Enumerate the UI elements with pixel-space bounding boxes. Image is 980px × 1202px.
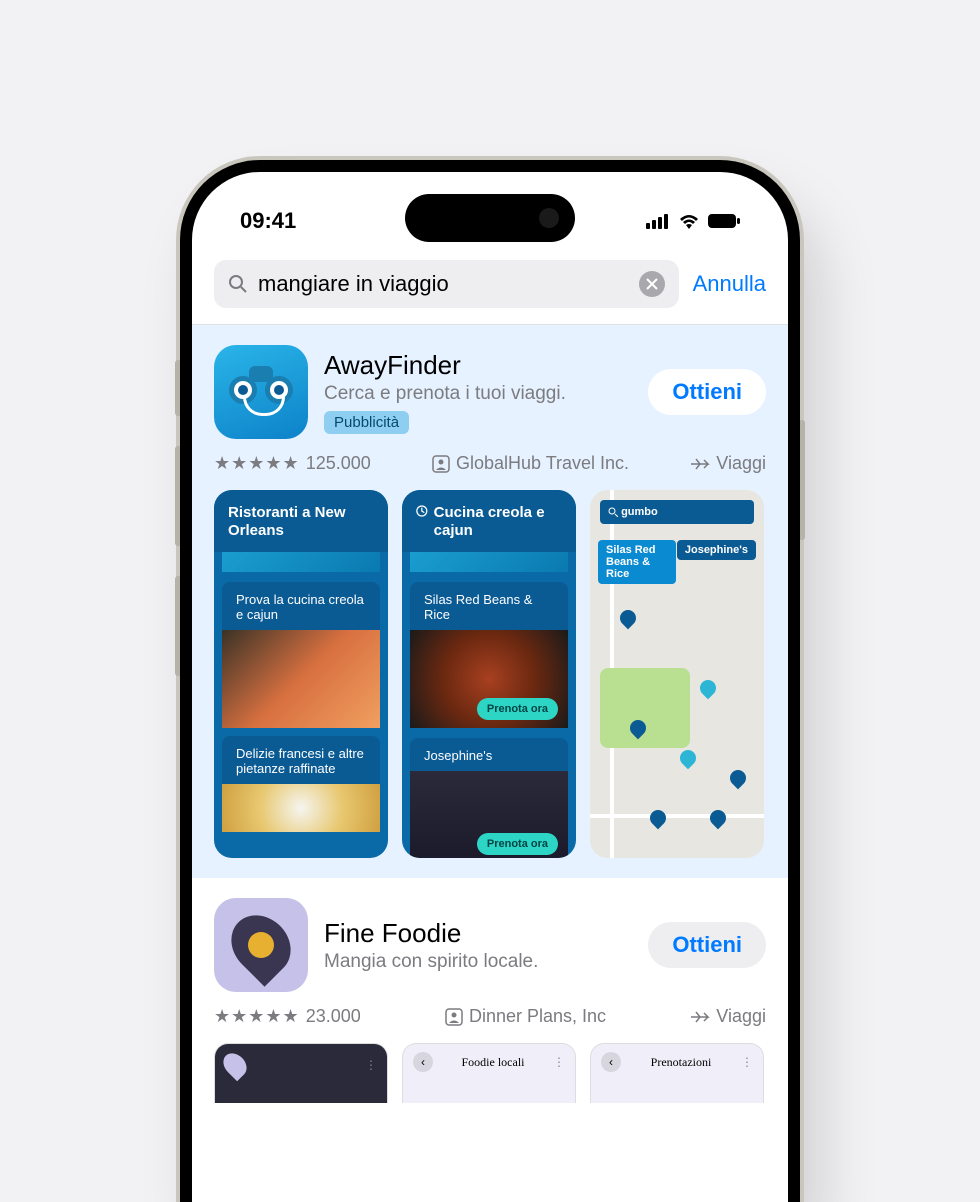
search-icon <box>228 274 248 294</box>
get-button[interactable]: Ottieni <box>648 369 766 415</box>
status-icons <box>646 213 740 229</box>
app-meta-row: ★★★★★ 125.000 GlobalHub Travel Inc. Viag… <box>214 453 766 474</box>
binoculars-icon <box>227 366 295 418</box>
food-image-plate <box>222 784 380 832</box>
screenshot-3: ‹ Prenotazioni ⋮ <box>590 1043 764 1103</box>
sponsored-result[interactable]: AwayFinder Cerca e prenota i tuoi viaggi… <box>192 325 788 878</box>
book-button-2: Prenota ora <box>477 833 558 855</box>
plane-icon <box>690 1009 710 1025</box>
shot2-title: Cucina creola e cajun <box>434 504 562 540</box>
plane-icon <box>690 456 710 472</box>
ratings-count: 125.000 <box>306 453 371 474</box>
ad-badge: Pubblicità <box>324 411 409 434</box>
map-pin-label-2: Josephine's <box>677 540 756 560</box>
shot1-sub2: Delizie francesi e altre pietanze raffin… <box>222 736 380 784</box>
shot2-item2: Josephine's <box>410 738 568 771</box>
developer-name: GlobalHub Travel Inc. <box>456 453 629 474</box>
back-icon: ‹ <box>413 1052 433 1072</box>
screenshot-1: Ristoranti a New Orleans Prova la cucina… <box>214 490 388 858</box>
screenshot-3-map: gumbo Silas Red Beans & Rice Josephine's <box>590 490 764 858</box>
search-input[interactable]: mangiare in viaggio <box>214 260 679 308</box>
dynamic-island <box>405 194 575 242</box>
search-query: mangiare in viaggio <box>258 271 449 297</box>
ratings-count: 23.000 <box>306 1006 361 1027</box>
screenshot-2: ‹ Foodie locali ⋮ <box>402 1043 576 1103</box>
screen: 09:41 mangiare in viaggio Annulla <box>192 172 788 1202</box>
map-search: gumbo <box>621 506 658 518</box>
app-subtitle: Cerca e prenota i tuoi viaggi. <box>324 383 632 405</box>
power-button <box>800 420 805 540</box>
map-pin-label-1: Silas Red Beans & Rice <box>598 540 676 584</box>
cancel-button[interactable]: Annulla <box>693 271 766 297</box>
category-label: Viaggi <box>716 1006 766 1027</box>
app-title: AwayFinder <box>324 350 632 381</box>
star-rating-icon: ★★★★★ <box>214 453 300 474</box>
foodie-pin-icon <box>219 903 302 986</box>
foodie-logo-icon <box>219 1049 252 1082</box>
volume-up <box>175 446 180 546</box>
volume-down <box>175 576 180 676</box>
tab-label: Foodie locali <box>462 1055 525 1070</box>
organic-result[interactable]: Fine Foodie Mangia con spirito locale. O… <box>192 878 788 1103</box>
developer-icon <box>432 455 450 473</box>
side-button <box>175 360 180 416</box>
app-title: Fine Foodie <box>324 918 632 949</box>
app-icon-awayfinder <box>214 345 308 439</box>
search-row: mangiare in viaggio Annulla <box>192 246 788 325</box>
category-label: Viaggi <box>716 453 766 474</box>
wifi-icon <box>678 213 700 229</box>
developer-icon <box>445 1008 463 1026</box>
book-button-1: Prenota ora <box>477 698 558 720</box>
clear-search-button[interactable] <box>639 271 665 297</box>
status-time: 09:41 <box>240 208 296 234</box>
get-button[interactable]: Ottieni <box>648 922 766 968</box>
shot1-title: Ristoranti a New Orleans <box>214 490 388 552</box>
star-rating-icon: ★★★★★ <box>214 1006 300 1027</box>
screenshot-2: Cucina creola e cajun Silas Red Beans & … <box>402 490 576 858</box>
food-image-cocktail: Prenota ora <box>410 771 568 858</box>
developer-name: Dinner Plans, Inc <box>469 1006 606 1027</box>
back-icon: ‹ <box>601 1052 621 1072</box>
shot1-sub1: Prova la cucina creola e cajun <box>222 582 380 630</box>
shot2-item1: Silas Red Beans & Rice <box>410 582 568 630</box>
app-subtitle: Mangia con spirito locale. <box>324 951 632 973</box>
screenshots-row-2[interactable]: ⋮ ‹ Foodie locali ⋮ ‹ Prenotazioni ⋮ <box>214 1043 766 1103</box>
search-icon <box>608 507 618 517</box>
cellular-icon <box>646 213 670 229</box>
food-image-shrimp <box>222 630 380 728</box>
screenshots-row[interactable]: Ristoranti a New Orleans Prova la cucina… <box>214 490 766 858</box>
close-icon <box>646 278 658 290</box>
clock-icon <box>416 504 428 518</box>
app-icon-finefoodie <box>214 898 308 992</box>
food-image-skillet: Prenota ora <box>410 630 568 728</box>
tab-label: Prenotazioni <box>651 1055 712 1070</box>
phone-frame: 09:41 mangiare in viaggio Annulla <box>180 160 800 1202</box>
app-meta-row: ★★★★★ 23.000 Dinner Plans, Inc Viaggi <box>214 1006 766 1027</box>
battery-icon <box>708 213 740 229</box>
screenshot-1: ⋮ <box>214 1043 388 1103</box>
